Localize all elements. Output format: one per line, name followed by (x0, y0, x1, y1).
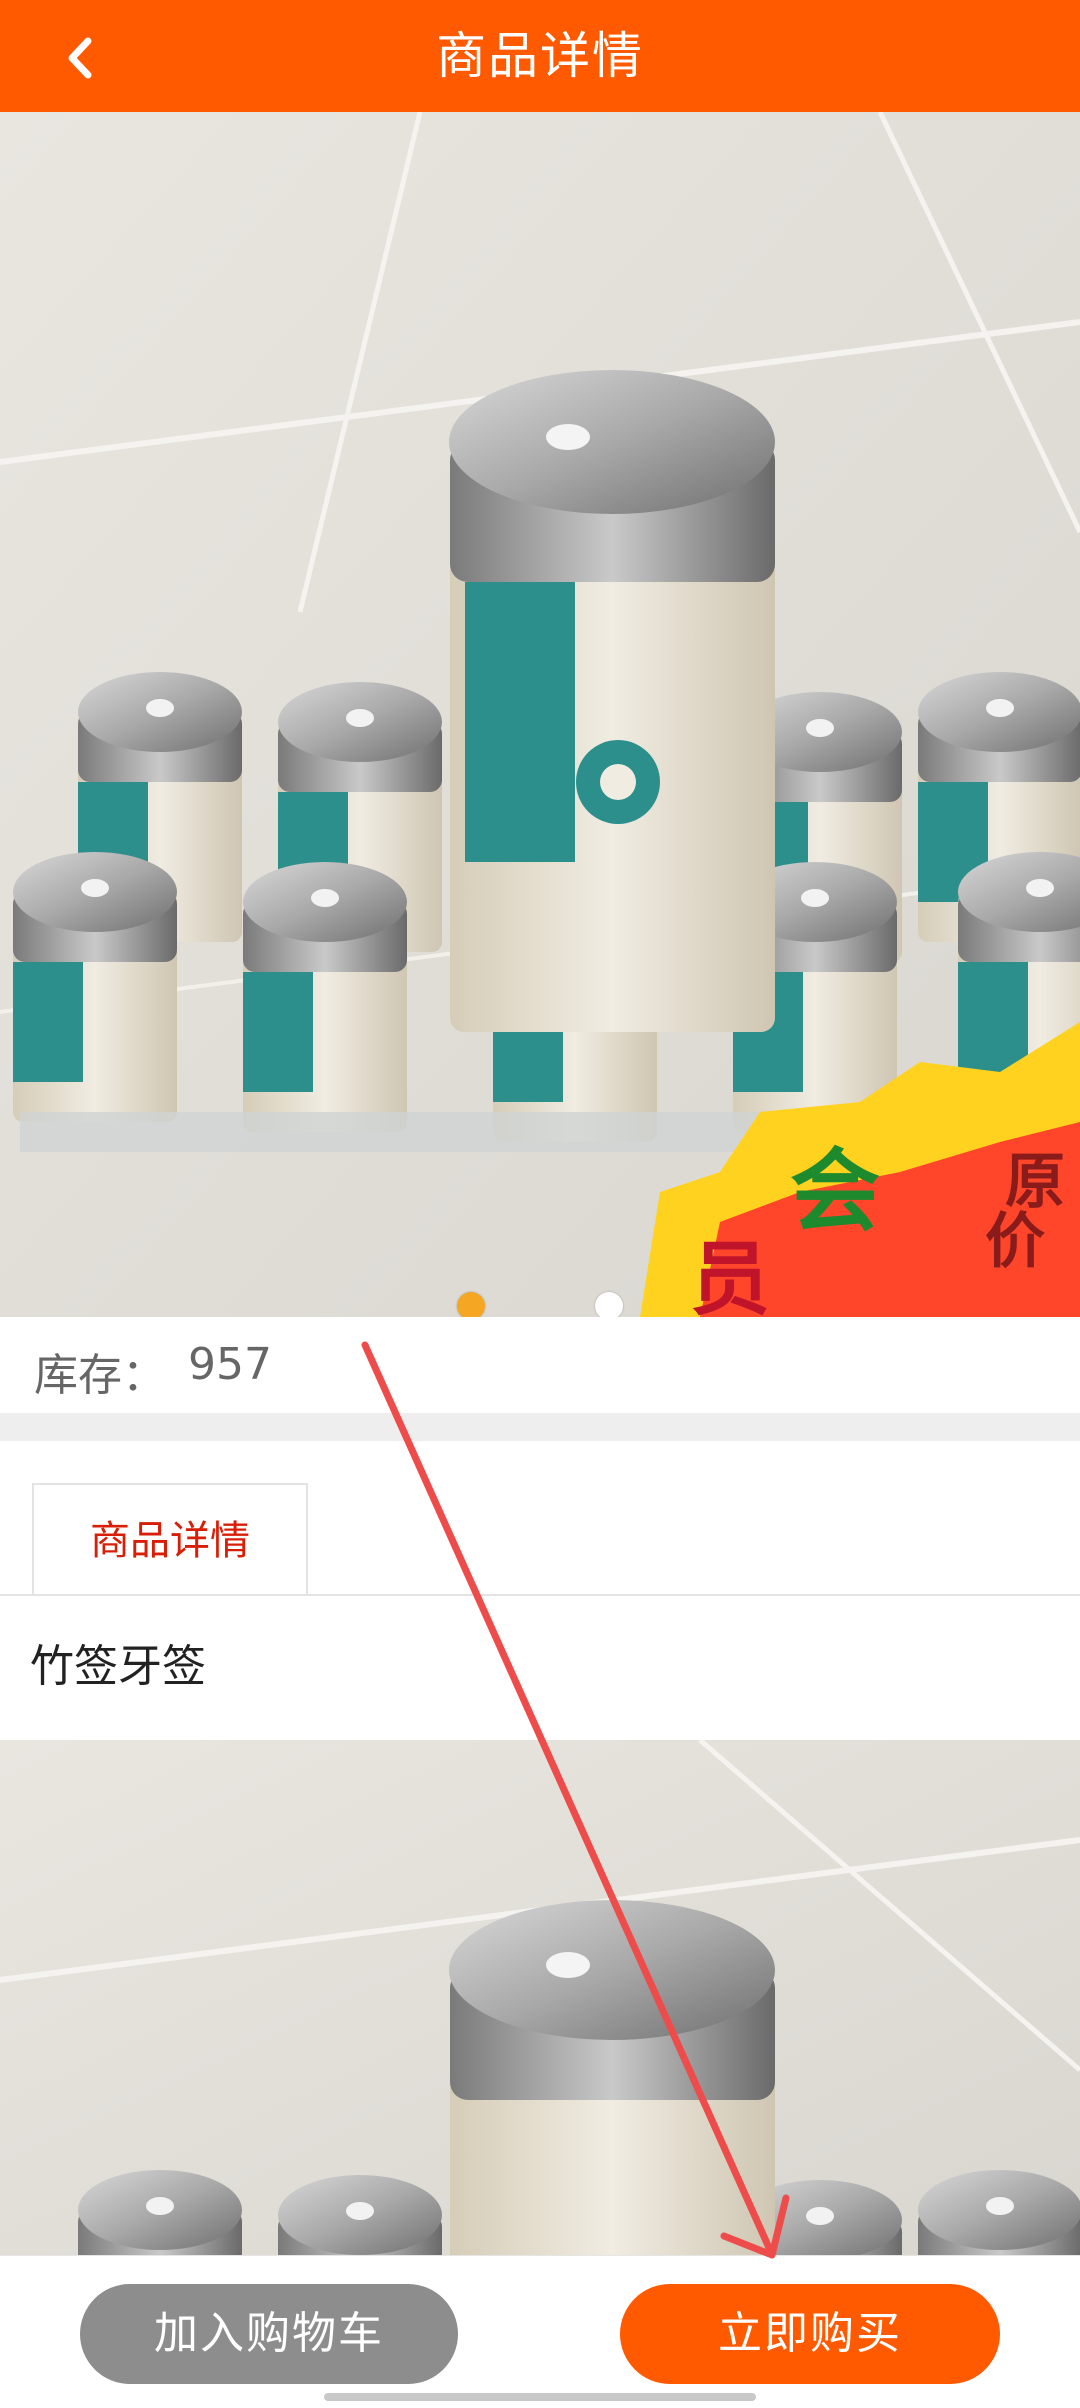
carousel-dot-2[interactable] (595, 1292, 623, 1317)
add-to-cart-button[interactable]: 加入购物车 (80, 2284, 458, 2384)
svg-text:会: 会 (790, 1139, 880, 1244)
top-app-bar: 商品详情 (0, 0, 1080, 112)
detail-photo (0, 1740, 1080, 2255)
bottom-action-bar: 加入购物车 立即购买 (0, 2255, 1080, 2408)
page-title: 商品详情 (436, 27, 644, 85)
description-text: 竹签牙签 (30, 1641, 206, 1692)
product-detail-page: 商品详情 会 员 原 价 库存： 957 商品详情 竹签牙签 加入购物车 立即购… (0, 0, 1080, 2408)
buy-now-button[interactable]: 立即购买 (620, 2284, 1000, 2384)
detail-tabs: 商品详情 (0, 1441, 1080, 1597)
stock-value: 957 (188, 1339, 272, 1390)
section-divider (0, 1413, 1080, 1441)
svg-text:价: 价 (985, 1207, 1045, 1277)
stock-label: 库存： (34, 1350, 166, 1401)
tab-product-details[interactable]: 商品详情 (32, 1483, 308, 1597)
home-indicator (324, 2393, 756, 2401)
carousel-pagination (0, 1292, 1080, 1317)
stock-row: 库存： 957 (0, 1317, 1080, 1413)
product-image-carousel[interactable]: 会 员 原 价 (0, 112, 1080, 1317)
product-description: 竹签牙签 (0, 1596, 1080, 1740)
detail-image (0, 1740, 1080, 2255)
product-photo: 会 员 原 价 (0, 112, 1080, 1317)
carousel-dot-1[interactable] (457, 1292, 485, 1317)
